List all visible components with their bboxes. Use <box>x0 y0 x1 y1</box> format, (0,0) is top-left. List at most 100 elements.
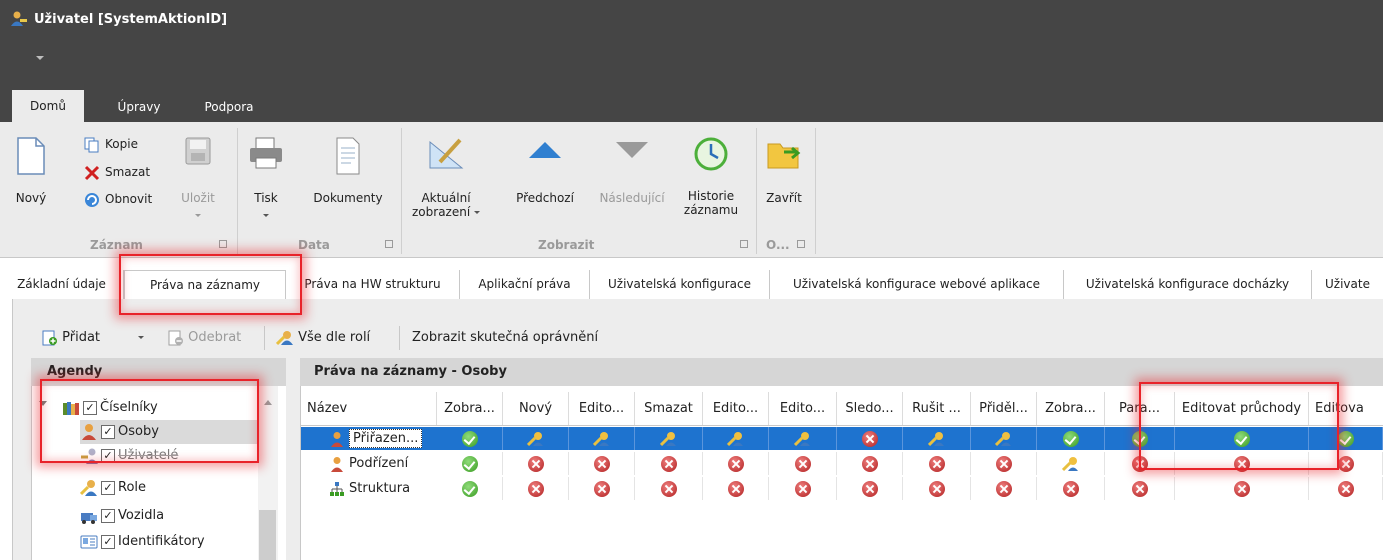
permission-cell[interactable] <box>569 427 635 450</box>
refresh-button[interactable]: Obnovit <box>84 189 152 209</box>
table-row[interactable]: Struktura <box>301 477 1383 500</box>
row-name-cell[interactable]: Přiřazen... <box>329 427 437 450</box>
permission-cell[interactable] <box>1037 477 1105 500</box>
ribbon-tab-domu[interactable]: Domů <box>12 90 84 122</box>
permission-cell[interactable] <box>437 452 503 475</box>
permission-cell[interactable] <box>1309 452 1383 475</box>
permission-cell[interactable] <box>569 452 635 475</box>
tree-item-uzivatele[interactable]: ✓ Uživatelé <box>80 444 258 468</box>
permission-cell[interactable] <box>769 427 837 450</box>
checkbox-identifikatory[interactable]: ✓ <box>101 534 115 549</box>
group-o-expander-icon[interactable] <box>797 240 805 248</box>
permission-cell[interactable] <box>503 452 569 475</box>
checkbox-uzivatele[interactable]: ✓ <box>101 448 115 463</box>
checkbox-role[interactable]: ✓ <box>101 480 115 495</box>
documents-button[interactable]: Dokumenty <box>306 136 390 205</box>
tree-item-osoby[interactable]: ✓ Osoby <box>80 420 258 444</box>
row-name-cell[interactable]: Podřízení <box>329 452 437 475</box>
permission-cell[interactable] <box>437 477 503 500</box>
previous-button[interactable]: Předchozí <box>510 140 580 205</box>
column-header[interactable]: Sledo... <box>837 392 903 426</box>
column-header[interactable]: Nový <box>503 392 569 426</box>
column-header[interactable]: Edito... <box>769 392 837 426</box>
column-header[interactable]: Smazat <box>635 392 703 426</box>
permission-cell[interactable] <box>1105 477 1175 500</box>
group-zaznam-expander-icon[interactable] <box>219 240 227 248</box>
tab-uzivatelska-konfigurace-dochazky[interactable]: Uživatelská konfigurace docházky <box>1064 270 1312 299</box>
tree-expand-icon[interactable] <box>39 401 47 406</box>
column-header[interactable]: Edito... <box>703 392 769 426</box>
tab-uzivatelska-konfigurace-webove-aplikace[interactable]: Uživatelská konfigurace webové aplikace <box>770 270 1064 299</box>
tab-prava-na-zaznamy[interactable]: Práva na záznamy <box>124 270 286 300</box>
column-header[interactable]: Zobra... <box>1037 392 1105 426</box>
tree-item-ciselniky[interactable]: ✓ Číselníky <box>62 396 258 420</box>
show-actual-permissions-button[interactable]: Zobrazit skutečná oprávnění <box>412 327 598 349</box>
column-header[interactable]: Rušit ... <box>903 392 971 426</box>
tab-prava-na-hw-strukturu[interactable]: Práva na HW strukturu <box>286 270 460 299</box>
current-view-button[interactable]: Aktuální zobrazení <box>406 136 486 219</box>
permission-cell[interactable] <box>703 477 769 500</box>
permission-cell[interactable] <box>769 452 837 475</box>
delete-button[interactable]: Smazat <box>84 162 150 182</box>
save-button[interactable]: Uložit <box>178 136 218 219</box>
tab-zakladni-udaje[interactable]: Základní údaje <box>0 270 124 299</box>
ribbon-tab-podpora[interactable]: Podpora <box>196 92 262 122</box>
checkbox-osoby[interactable]: ✓ <box>101 424 115 439</box>
table-row[interactable]: Přiřazen... <box>301 427 1383 450</box>
copy-button[interactable]: Kopie <box>84 134 138 154</box>
permission-cell[interactable] <box>1105 427 1175 450</box>
checkbox-ciselniky[interactable]: ✓ <box>83 400 97 415</box>
permission-cell[interactable] <box>1309 477 1383 500</box>
next-button[interactable]: Následující <box>592 140 672 205</box>
permission-cell[interactable] <box>837 427 903 450</box>
permission-cell[interactable] <box>703 452 769 475</box>
column-header[interactable]: Přiděl... <box>971 392 1037 426</box>
permission-cell[interactable] <box>971 477 1037 500</box>
permission-cell[interactable] <box>437 427 503 450</box>
tree-item-role[interactable]: ✓ Role <box>80 476 258 500</box>
permission-cell[interactable] <box>503 477 569 500</box>
permission-cell[interactable] <box>1037 427 1105 450</box>
history-button[interactable]: Historie záznamu <box>676 136 746 217</box>
permission-cell[interactable] <box>903 477 971 500</box>
permission-cell[interactable] <box>1175 452 1309 475</box>
permission-cell[interactable] <box>503 427 569 450</box>
remove-button[interactable]: Odebrat <box>168 327 241 349</box>
permission-cell[interactable] <box>837 452 903 475</box>
column-header-editovat-pruchody[interactable]: Editovat průchody <box>1175 392 1309 426</box>
permission-cell[interactable] <box>635 452 703 475</box>
tree-item-vozidla[interactable]: ✓ Vozidla <box>80 504 258 528</box>
new-button[interactable]: Nový <box>12 136 50 205</box>
permission-cell[interactable] <box>569 477 635 500</box>
permission-cell[interactable] <box>1105 452 1175 475</box>
column-header-nazev[interactable]: Název <box>301 392 437 426</box>
agendy-scrollbar[interactable] <box>258 386 278 560</box>
tree-item-identifikatory[interactable]: ✓ Identifikátory <box>80 530 258 554</box>
table-row[interactable]: Podřízení <box>301 452 1383 475</box>
print-button[interactable]: Tisk <box>246 136 286 219</box>
permission-cell[interactable] <box>903 452 971 475</box>
group-data-expander-icon[interactable] <box>385 240 393 248</box>
permission-cell[interactable] <box>1175 427 1309 450</box>
permission-cell[interactable] <box>971 427 1037 450</box>
checkbox-vozidla[interactable]: ✓ <box>101 508 115 523</box>
tab-aplikacni-prava[interactable]: Aplikační práva <box>460 270 590 299</box>
group-zobrazit-expander-icon[interactable] <box>740 240 748 248</box>
scroll-up-icon[interactable] <box>264 400 272 405</box>
permission-cell[interactable] <box>1175 477 1309 500</box>
permission-cell[interactable] <box>971 452 1037 475</box>
column-header[interactable]: Zobra... <box>437 392 503 426</box>
tab-uzivatelska-konfigurace[interactable]: Uživatelská konfigurace <box>590 270 770 299</box>
permission-cell[interactable] <box>1037 452 1105 475</box>
permission-cell[interactable] <box>837 477 903 500</box>
permission-cell[interactable] <box>703 427 769 450</box>
add-button[interactable]: Přidat <box>42 327 100 349</box>
all-by-roles-button[interactable]: Vše dle rolí <box>275 327 370 349</box>
permission-cell[interactable] <box>903 427 971 450</box>
quick-access-dropdown-icon[interactable] <box>36 56 44 60</box>
permission-cell[interactable] <box>635 427 703 450</box>
permission-cell[interactable] <box>1309 427 1383 450</box>
column-header[interactable]: Edito... <box>569 392 635 426</box>
add-dropdown-button[interactable] <box>138 327 144 349</box>
permission-cell[interactable] <box>635 477 703 500</box>
